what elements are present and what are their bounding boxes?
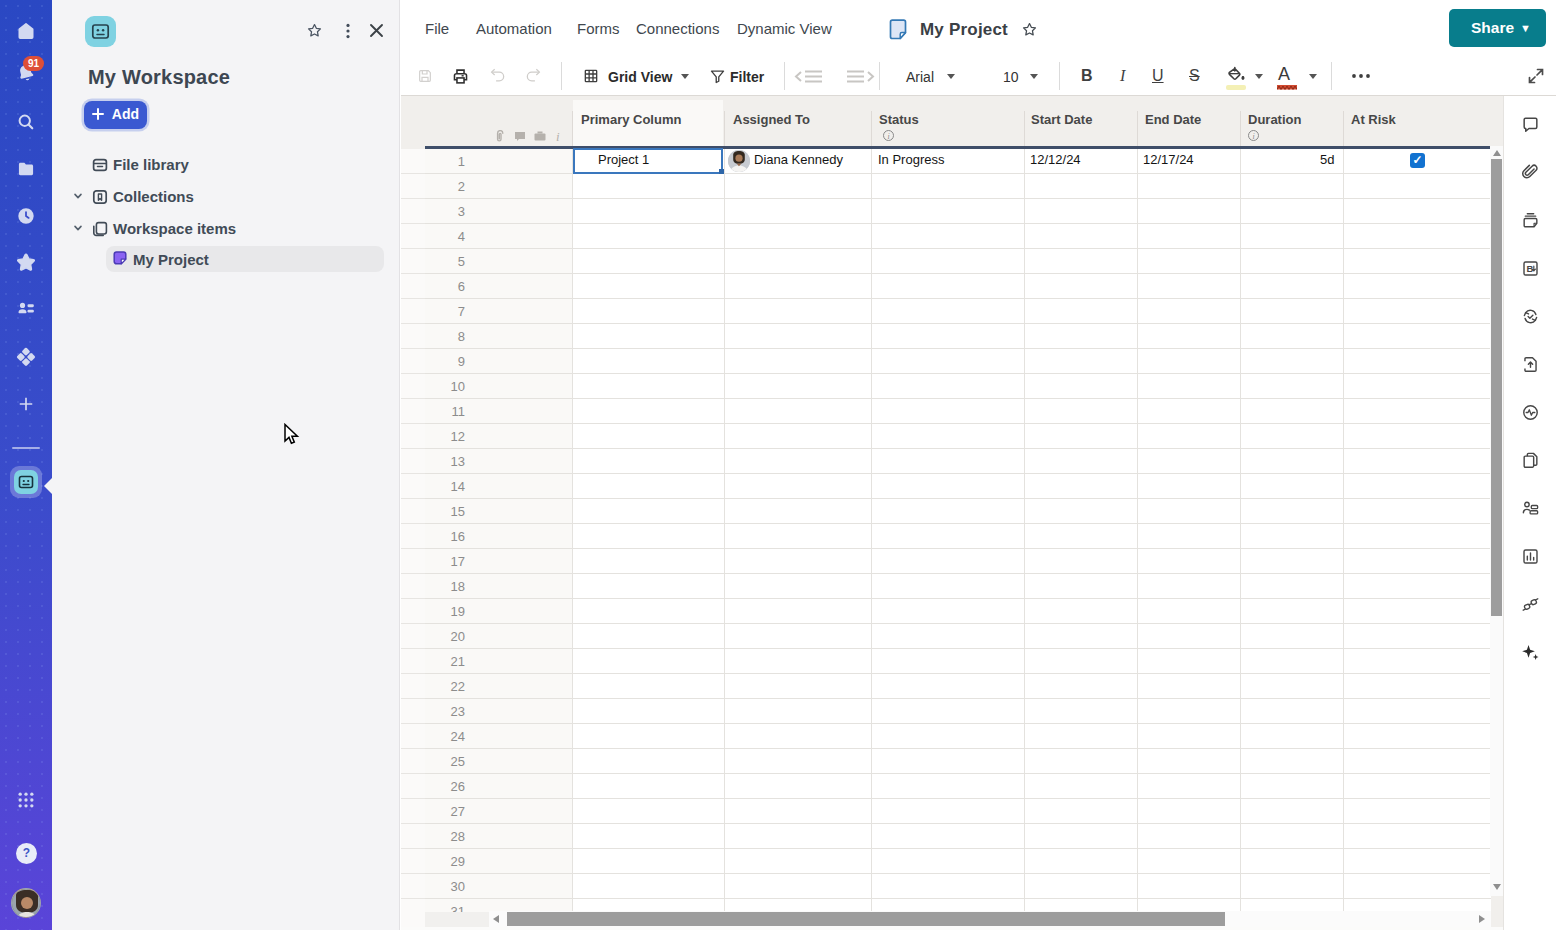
svg-text:B: B <box>1527 263 1534 274</box>
